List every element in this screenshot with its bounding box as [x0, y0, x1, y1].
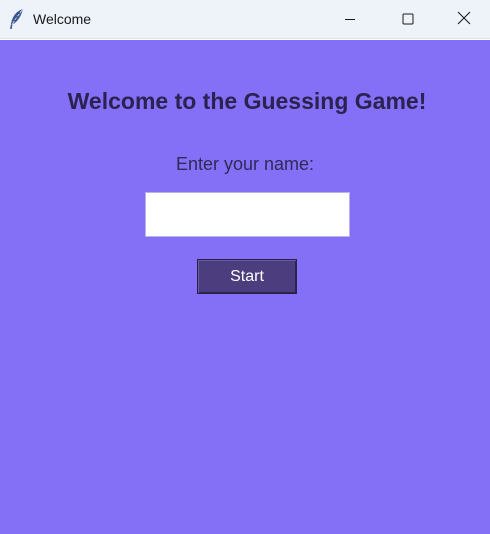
welcome-window: Welcome Welcome to the Guessing Game! En…: [0, 0, 490, 534]
window-title: Welcome: [33, 11, 92, 27]
page-title: Welcome to the Guessing Game!: [67, 88, 427, 114]
minimize-button[interactable]: [321, 0, 379, 39]
name-prompt-label: Enter your name:: [175, 154, 315, 174]
title-bar[interactable]: Welcome: [0, 0, 490, 39]
name-input[interactable]: [145, 192, 350, 237]
minimize-icon: [344, 10, 356, 29]
close-button[interactable]: [437, 0, 490, 39]
maximize-button[interactable]: [379, 0, 437, 39]
feather-icon: [8, 8, 26, 30]
maximize-icon: [402, 10, 414, 29]
close-icon: [457, 10, 471, 29]
start-button[interactable]: Start: [197, 259, 297, 294]
welcome-panel: Welcome to the Guessing Game! Enter your…: [0, 40, 490, 534]
